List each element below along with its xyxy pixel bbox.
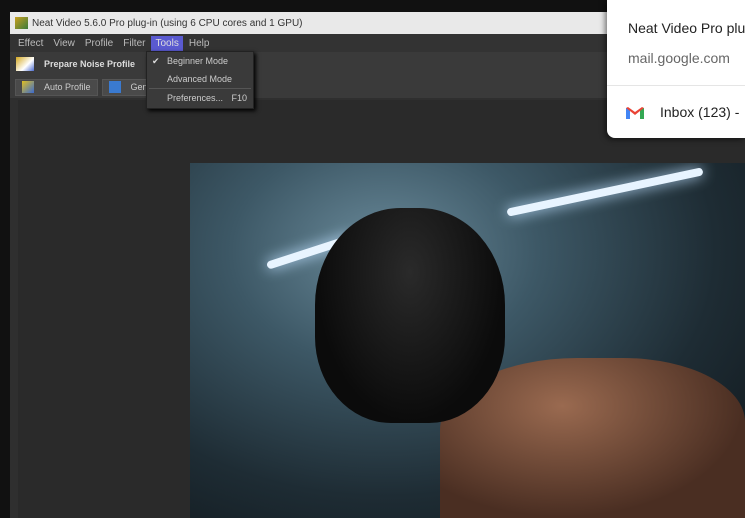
browser-notification-popup[interactable]: Neat Video Pro plu mail.google.com Inbox… [607,0,745,138]
menu-item-advanced-mode[interactable]: Advanced Mode [147,70,253,88]
menu-item-beginner-mode[interactable]: ✔ Beginner Mode [147,52,253,70]
menu-effect[interactable]: Effect [14,36,47,51]
menu-item-label: Beginner Mode [167,56,229,66]
tools-dropdown-menu: ✔ Beginner Mode Advanced Mode Preferences… [146,51,254,109]
shortcut-label: F10 [231,93,247,103]
notification-source: mail.google.com [628,50,730,66]
window-title: Neat Video 5.6.0 Pro plug-in (using 6 CP… [32,17,303,29]
notification-title: Neat Video Pro plu [628,20,745,36]
menu-profile[interactable]: Profile [81,36,117,51]
menu-item-label: Advanced Mode [167,74,233,84]
generic-profile-icon [108,81,121,93]
inbox-tab-label: Inbox (123) - [660,104,740,120]
menu-tools[interactable]: Tools [151,35,183,51]
auto-profile-icon [22,81,34,93]
boxer-headgear [315,208,505,423]
gmail-icon [626,107,644,119]
prepare-noise-profile-label[interactable]: Prepare Noise Profile [44,59,135,69]
menu-item-label: Preferences... [167,93,224,103]
video-preview-image [190,163,745,518]
ceiling-light [506,167,704,217]
app-icon [15,17,28,29]
menu-item-preferences[interactable]: Preferences... F10 [147,89,253,107]
menu-filter[interactable]: Filter [119,36,149,51]
auto-profile-button[interactable]: Auto Profile [15,78,98,96]
divider [607,85,745,86]
menu-view[interactable]: View [49,36,79,51]
check-icon: ✔ [152,55,160,66]
prepare-profile-icon [16,57,34,71]
auto-profile-label: Auto Profile [44,82,91,92]
menu-help[interactable]: Help [185,36,214,51]
